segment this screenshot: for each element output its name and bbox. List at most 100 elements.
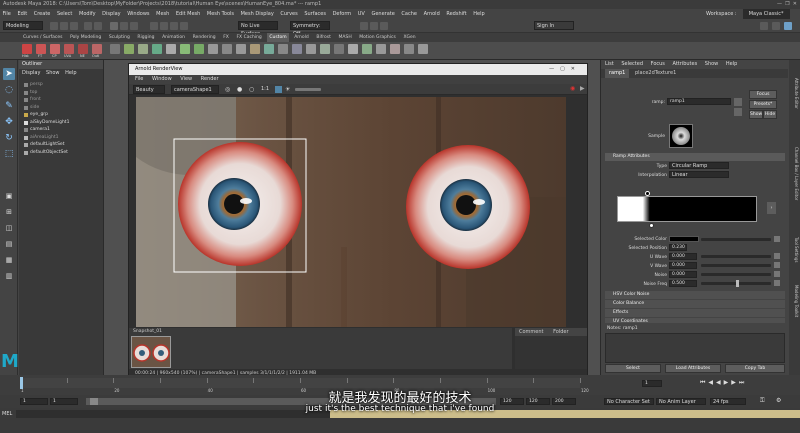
undo-icon[interactable] [84, 22, 92, 30]
outliner-menu-show[interactable]: Show [46, 70, 60, 76]
refresh-icon[interactable]: ◎ [225, 86, 230, 93]
attribute-editor-toggle-icon[interactable] [784, 22, 792, 30]
outliner-item[interactable]: eye_grp [19, 111, 103, 119]
menu-modify[interactable]: Modify [79, 9, 96, 19]
map-button-icon[interactable] [774, 280, 780, 286]
ae-tab-place2dtexture[interactable]: place2dTexture1 [631, 69, 680, 78]
shelf-tab-custom[interactable]: Custom [267, 33, 289, 42]
selected-position-field[interactable]: 0.230 [669, 244, 687, 251]
copy-tab-button[interactable]: Copy Tab [725, 364, 785, 373]
shelf-tab-fx-caching[interactable]: FX Caching [234, 33, 263, 42]
freeze-transform-icon[interactable] [36, 44, 46, 54]
shelf-tab-rendering[interactable]: Rendering [191, 33, 218, 42]
v-wave-field[interactable]: 0.000 [669, 262, 697, 269]
shelf-tool-icon[interactable] [138, 44, 148, 54]
stop-render-icon[interactable]: ◉ [570, 85, 575, 92]
shelf-tool-icon[interactable] [250, 44, 260, 54]
noise-freq-slider-handle[interactable] [736, 280, 739, 287]
u-wave-field[interactable]: 0.000 [669, 253, 697, 260]
outliner-icon[interactable] [92, 44, 102, 54]
side-tab-tool-settings[interactable]: Tool Settings [790, 230, 799, 270]
hsv-color-noise-section[interactable]: HSV Color Noise [605, 291, 785, 299]
menu-windows[interactable]: Windows [127, 9, 149, 19]
menu-edit-mesh[interactable]: Edit Mesh [176, 9, 200, 19]
interpolation-dropdown[interactable]: Linear [669, 171, 729, 178]
menu-mesh-display[interactable]: Mesh Display [241, 9, 274, 19]
tab-folder[interactable]: Folder [553, 329, 568, 335]
render-current-icon[interactable] [360, 22, 368, 30]
render-image[interactable] [136, 97, 566, 327]
map-button-icon[interactable] [774, 253, 780, 259]
ae-node-name-field[interactable]: ramp1 [667, 98, 731, 105]
ramp-handle-bottom[interactable] [649, 223, 654, 228]
sign-in-button[interactable]: Sign In [534, 21, 574, 30]
ae-menu-attributes[interactable]: Attributes [673, 61, 698, 67]
snap-surface-icon[interactable] [180, 22, 188, 30]
outliner-item[interactable]: front [19, 96, 103, 104]
renderview-menu-render[interactable]: Render [201, 76, 219, 82]
new-scene-icon[interactable] [50, 22, 58, 30]
shelf-tool-icon[interactable] [110, 44, 120, 54]
shelf-tool-icon[interactable] [264, 44, 274, 54]
playback-buttons[interactable]: ⏮◀◀▶▶⏭ [700, 379, 747, 387]
crop-region-icon[interactable] [275, 86, 282, 93]
exposure-icon[interactable]: ☀ [285, 86, 290, 93]
select-component-icon[interactable] [130, 22, 138, 30]
ae-menu-help[interactable]: Help [726, 61, 737, 67]
ae-menu-list[interactable]: List [605, 61, 614, 67]
shelf-tab-bifrost[interactable]: Bifrost [314, 33, 333, 42]
menu-deform[interactable]: Deform [333, 9, 352, 19]
aov-dropdown[interactable]: Beauty [133, 85, 165, 94]
snap-curve-icon[interactable] [160, 22, 168, 30]
select-input-icon[interactable] [734, 98, 742, 106]
map-button-icon[interactable] [774, 236, 780, 242]
shelf-tool-icon[interactable] [362, 44, 372, 54]
select-tool-icon[interactable]: ➤ [3, 68, 15, 80]
noise-freq-field[interactable]: 0.500 [669, 280, 697, 287]
shelf-tab-rigging[interactable]: Rigging [135, 33, 156, 42]
render-settings-icon[interactable] [380, 22, 388, 30]
noise-field[interactable]: 0.000 [669, 271, 697, 278]
shelf-tool-icon[interactable] [208, 44, 218, 54]
shelf-tool-icon[interactable] [292, 44, 302, 54]
outliner-item[interactable]: aiSkyDomeLight1 [19, 119, 103, 127]
layout-graph-icon[interactable]: ▦ [3, 254, 15, 266]
presets-button[interactable]: Presets* [749, 100, 777, 109]
shelf-tool-icon[interactable] [404, 44, 414, 54]
menu-set-dropdown[interactable]: Modeling [3, 21, 43, 30]
load-attributes-button[interactable]: Load Attributes [665, 364, 721, 373]
shelf-tool-icon[interactable] [180, 44, 190, 54]
side-tab-channel-box[interactable]: Channel Box / Layer Editor [790, 124, 799, 224]
menu-mesh[interactable]: Mesh [156, 9, 169, 19]
node-editor-icon[interactable] [78, 44, 88, 54]
shelf-tool-icon[interactable] [376, 44, 386, 54]
shelf-tab-sculpting[interactable]: Sculpting [107, 33, 132, 42]
v-wave-slider[interactable] [701, 264, 771, 267]
select-hierarchy-icon[interactable] [110, 22, 118, 30]
shelf-tab-arnold[interactable]: Arnold [292, 33, 311, 42]
shelf-tab-animation[interactable]: Animation [160, 33, 187, 42]
camera-dropdown[interactable]: cameraShape1 [171, 85, 219, 94]
ae-menu-focus[interactable]: Focus [651, 61, 665, 67]
selected-color-slider[interactable] [701, 238, 771, 241]
menu-select[interactable]: Select [57, 9, 72, 19]
shelf-tool-icon[interactable] [236, 44, 246, 54]
workspace-selector[interactable]: Workspace : Maya Classic* [704, 9, 793, 19]
layout-outliner-icon[interactable]: ▤ [3, 238, 15, 250]
outliner-item[interactable]: defaultLightSet [19, 141, 103, 149]
outliner-item[interactable]: camera1 [19, 126, 103, 134]
tab-comment[interactable]: Comment [519, 329, 544, 335]
noise-slider[interactable] [701, 273, 771, 276]
menu-redshift[interactable]: Redshift [446, 9, 466, 19]
symmetry-dropdown[interactable]: Symmetry: Off [290, 21, 330, 37]
menu-edit[interactable]: Edit [17, 9, 27, 19]
layout-hypershade-icon[interactable]: ▥ [3, 270, 15, 282]
menu-display[interactable]: Display [102, 9, 120, 19]
menu-surfaces[interactable]: Surfaces [304, 9, 326, 19]
color-balance-section[interactable]: Color Balance [605, 300, 785, 308]
current-frame-field[interactable]: 1 [642, 380, 662, 387]
outliner-menu-help[interactable]: Help [65, 70, 76, 76]
paint-select-icon[interactable]: ✎ [3, 100, 15, 112]
side-tab-attribute-editor[interactable]: Attribute Editor [790, 68, 799, 118]
menu-create[interactable]: Create [34, 9, 51, 19]
